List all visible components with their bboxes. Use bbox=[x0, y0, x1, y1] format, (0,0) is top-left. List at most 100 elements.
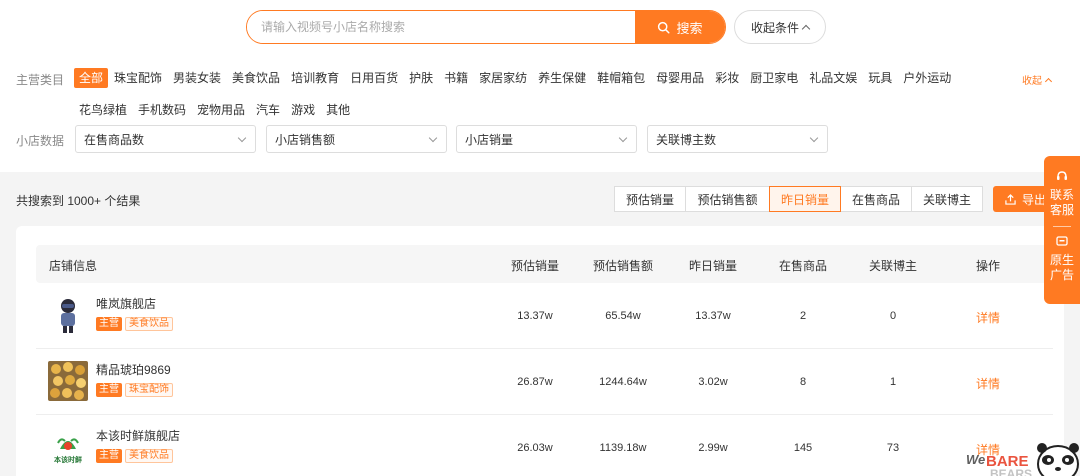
filter-linked-bloggers[interactable]: 关联博主数 bbox=[647, 125, 828, 153]
cell-bloggers: 73 bbox=[886, 442, 900, 454]
category-item[interactable]: 玩具 bbox=[863, 68, 897, 88]
result-count: 共搜索到 1000+ 个结果 bbox=[16, 194, 141, 208]
cell-products: 8 bbox=[799, 376, 807, 388]
category-item[interactable]: 母婴用品 bbox=[651, 68, 709, 88]
native-ad-button[interactable]: 原生广告 bbox=[1049, 235, 1075, 283]
sort-est-sales[interactable]: 预估销量 bbox=[614, 186, 686, 212]
category-item[interactable]: 其他 bbox=[321, 100, 355, 120]
category-tag: 珠宝配饰 bbox=[125, 383, 173, 397]
search-bar: 搜索 bbox=[246, 10, 726, 44]
contact-service-label: 联系客服 bbox=[1049, 188, 1074, 217]
category-tag: 美食饮品 bbox=[125, 317, 173, 331]
category-item[interactable]: 养生保健 bbox=[533, 68, 591, 88]
category-item[interactable]: 护肤 bbox=[404, 68, 438, 88]
cell-yesterday-sales: 3.02w bbox=[698, 376, 728, 388]
cell-products: 145 bbox=[793, 442, 813, 454]
header-est-sales: 预估销量 bbox=[510, 259, 560, 273]
collapse-conditions-label: 收起条件 bbox=[750, 20, 799, 35]
cell-est-sales: 26.87w bbox=[517, 376, 553, 388]
filter-label: 在售商品数 bbox=[84, 132, 145, 147]
sort-yesterday-sales[interactable]: 昨日销量 bbox=[769, 186, 841, 212]
store-avatar bbox=[48, 361, 88, 401]
sort-group: 预估销量 预估销售额 昨日销量 在售商品 关联博主 bbox=[614, 186, 983, 212]
category-item[interactable]: 手机数码 bbox=[133, 100, 191, 120]
collapse-conditions-button[interactable]: 收起条件 bbox=[734, 10, 826, 44]
store-logo-text: 本该时鲜 bbox=[54, 457, 82, 464]
category-item[interactable]: 鞋帽箱包 bbox=[592, 68, 650, 88]
cell-yesterday-sales: 13.37w bbox=[695, 310, 731, 322]
side-float-panel: 联系客服 原生广告 bbox=[1044, 156, 1080, 304]
search-icon bbox=[658, 21, 670, 34]
cell-est-revenue: 1139.18w bbox=[599, 442, 647, 454]
category-item[interactable]: 彩妆 bbox=[710, 68, 744, 88]
sort-bloggers[interactable]: 关联博主 bbox=[911, 186, 983, 212]
sort-est-revenue[interactable]: 预估销售额 bbox=[685, 186, 770, 212]
category-collapse-button[interactable]: 收起 bbox=[1022, 72, 1053, 87]
category-item[interactable]: 汽车 bbox=[251, 100, 285, 120]
category-label: 主营类目 bbox=[16, 73, 65, 87]
category-item[interactable]: 宠物用品 bbox=[192, 100, 250, 120]
table-row: 精品琥珀9869 主营 珠宝配饰 26.87w 1244.64w 3.02w 8… bbox=[36, 349, 1053, 415]
side-divider bbox=[1053, 226, 1071, 227]
store-tags: 主营 美食饮品 bbox=[96, 317, 173, 331]
category-item[interactable]: 户外运动 bbox=[898, 68, 956, 88]
category-collapse-label: 收起 bbox=[1022, 76, 1042, 87]
filter-label: 关联博主数 bbox=[656, 132, 717, 147]
store-name[interactable]: 本该时鲜旗舰店 bbox=[96, 427, 180, 444]
header-yesterday-sales: 昨日销量 bbox=[688, 259, 738, 273]
header-store-info: 店铺信息 bbox=[49, 259, 98, 273]
sort-label: 预估销售额 bbox=[697, 192, 758, 207]
category-item[interactable]: 全部 bbox=[74, 68, 109, 88]
filter-store-sales[interactable]: 小店销量 bbox=[456, 125, 637, 153]
category-item[interactable]: 男装女装 bbox=[168, 68, 226, 88]
svg-text:BEARS: BEARS bbox=[990, 467, 1032, 476]
table-row: 本该时鲜 本该时鲜旗舰店 主营 美食饮品 26.03w 1139.18w 2.9… bbox=[36, 415, 1053, 476]
category-item[interactable]: 珠宝配饰 bbox=[109, 68, 167, 88]
chevron-down-icon bbox=[428, 133, 438, 143]
native-ad-label: 原生广告 bbox=[1049, 253, 1074, 282]
category-item[interactable]: 花鸟绿植 bbox=[74, 100, 132, 120]
category-item[interactable]: 书籍 bbox=[439, 68, 473, 88]
cell-est-sales: 26.03w bbox=[517, 442, 553, 454]
cell-products: 2 bbox=[799, 310, 807, 322]
category-list: 全部 珠宝配饰 男装女装 美食饮品 培训教育 日用百货 护肤 书籍 家居家纺 养生保健 鞋帽箱包 母婴… bbox=[74, 68, 994, 120]
chevron-up-icon bbox=[1044, 77, 1053, 85]
store-tags: 主营 珠宝配饰 bbox=[96, 383, 173, 397]
category-tag: 美食饮品 bbox=[125, 449, 173, 463]
contact-service-button[interactable]: 联系客服 bbox=[1049, 170, 1075, 218]
category-item[interactable]: 游戏 bbox=[286, 100, 320, 120]
sort-label: 昨日销量 bbox=[780, 192, 829, 207]
cell-bloggers: 1 bbox=[889, 376, 897, 388]
category-item[interactable]: 厨卫家电 bbox=[745, 68, 803, 88]
store-name[interactable]: 唯岚旗舰店 bbox=[96, 295, 156, 312]
results-table: 店铺信息 预估销量 预估销售额 昨日销量 在售商品 关联博主 操作 唯岚旗舰店 … bbox=[16, 226, 1064, 476]
detail-link[interactable]: 详情 bbox=[976, 375, 1000, 392]
header-bloggers: 关联博主 bbox=[868, 259, 918, 273]
store-avatar: 本该时鲜 bbox=[48, 427, 88, 467]
export-icon bbox=[1005, 193, 1016, 205]
sort-label: 关联博主 bbox=[922, 192, 971, 207]
filter-label: 小店销售额 bbox=[275, 132, 336, 147]
ad-icon bbox=[1056, 236, 1068, 246]
sort-label: 预估销量 bbox=[625, 192, 674, 207]
filter-store-revenue[interactable]: 小店销售额 bbox=[266, 125, 447, 153]
store-data-label: 小店数据 bbox=[16, 134, 65, 148]
store-tags: 主营 美食饮品 bbox=[96, 449, 173, 463]
detail-link[interactable]: 详情 bbox=[976, 309, 1000, 326]
category-item[interactable]: 美食饮品 bbox=[227, 68, 285, 88]
store-name[interactable]: 精品琥珀9869 bbox=[96, 361, 171, 378]
filter-products-count[interactable]: 在售商品数 bbox=[75, 125, 256, 153]
category-item[interactable]: 家居家纺 bbox=[474, 68, 532, 88]
category-item[interactable]: 培训教育 bbox=[286, 68, 344, 88]
category-item[interactable]: 礼品文娱 bbox=[804, 68, 862, 88]
search-input[interactable] bbox=[247, 11, 635, 43]
table-row: 唯岚旗舰店 主营 美食饮品 13.37w 65.54w 13.37w 2 0 详… bbox=[36, 283, 1053, 349]
search-button-label: 搜索 bbox=[676, 20, 703, 36]
sort-products[interactable]: 在售商品 bbox=[840, 186, 912, 212]
cell-bloggers: 0 bbox=[889, 310, 897, 322]
chevron-up-icon bbox=[801, 24, 811, 33]
bear-watermark: We BARE BEARS bbox=[960, 434, 1080, 476]
cell-est-sales: 13.37w bbox=[517, 310, 553, 322]
search-button[interactable]: 搜索 bbox=[635, 11, 725, 43]
category-item[interactable]: 日用百货 bbox=[345, 68, 403, 88]
